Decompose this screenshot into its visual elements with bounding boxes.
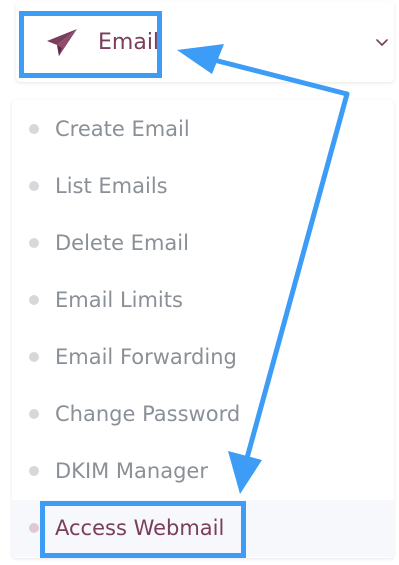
chevron-down-icon[interactable] bbox=[374, 34, 390, 50]
submenu-item-create-email[interactable]: Create Email bbox=[12, 101, 394, 158]
bullet-dot-icon bbox=[29, 352, 39, 362]
submenu-item-email-limits[interactable]: Email Limits bbox=[12, 272, 394, 329]
bullet-dot-icon bbox=[29, 181, 39, 191]
submenu-item-label: Email Forwarding bbox=[55, 345, 237, 369]
submenu-item-access-webmail[interactable]: Access Webmail bbox=[12, 500, 394, 557]
bullet-dot-icon bbox=[29, 124, 39, 134]
submenu-item-list-emails[interactable]: List Emails bbox=[12, 158, 394, 215]
submenu-item-email-forwarding[interactable]: Email Forwarding bbox=[12, 329, 394, 386]
email-menu-screenshot: Email Create Email List Emails Delete Em… bbox=[0, 0, 399, 565]
paper-plane-icon bbox=[47, 29, 77, 56]
submenu-item-label: DKIM Manager bbox=[55, 459, 208, 483]
submenu-item-change-password[interactable]: Change Password bbox=[12, 386, 394, 443]
email-menu-label: Email bbox=[98, 30, 160, 55]
submenu-item-label: Email Limits bbox=[55, 288, 183, 312]
email-submenu: Create Email List Emails Delete Email Em… bbox=[12, 100, 394, 558]
submenu-item-label: Delete Email bbox=[55, 231, 189, 255]
submenu-item-label: Change Password bbox=[55, 402, 241, 426]
bullet-dot-icon bbox=[29, 523, 39, 533]
bullet-dot-icon bbox=[29, 409, 39, 419]
bullet-dot-icon bbox=[29, 295, 39, 305]
bullet-dot-icon bbox=[29, 466, 39, 476]
submenu-item-label: List Emails bbox=[55, 174, 168, 198]
submenu-item-dkim-manager[interactable]: DKIM Manager bbox=[12, 443, 394, 500]
bullet-dot-icon bbox=[29, 238, 39, 248]
email-menu-header[interactable]: Email bbox=[16, 2, 394, 82]
submenu-item-delete-email[interactable]: Delete Email bbox=[12, 215, 394, 272]
submenu-item-label: Access Webmail bbox=[55, 516, 225, 540]
submenu-item-label: Create Email bbox=[55, 117, 190, 141]
